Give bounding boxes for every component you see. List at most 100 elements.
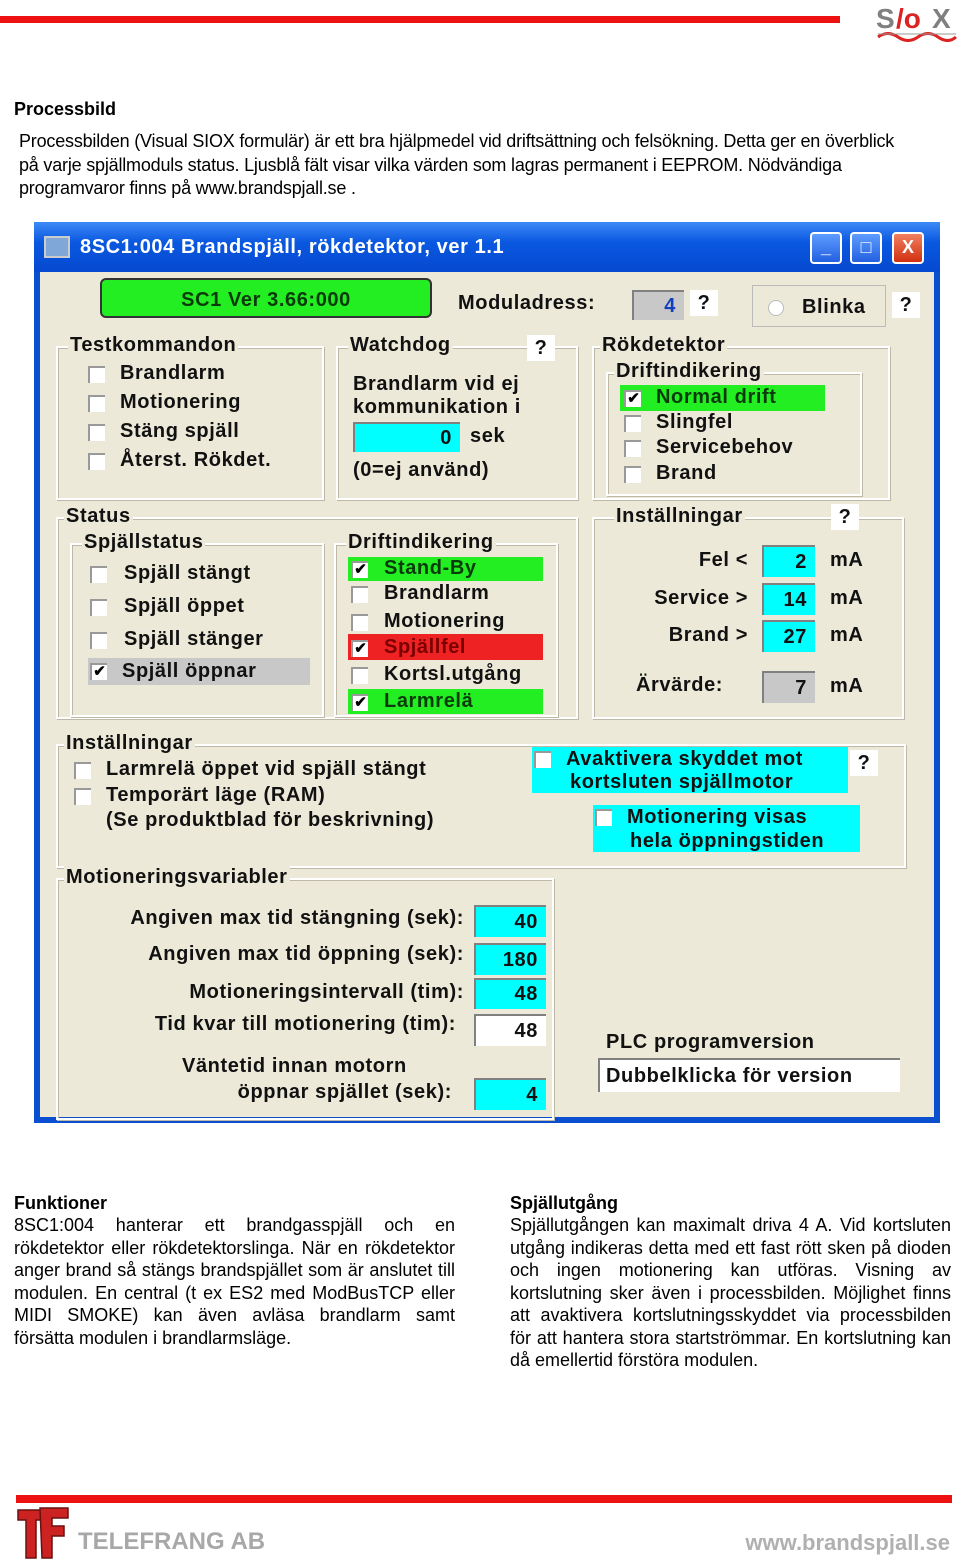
title-bar: 8SC1:004 Brandspjäll, rökdetektor, ver 1…	[34, 222, 940, 272]
max-tid-stangning-input[interactable]: 40	[474, 905, 546, 937]
rokdetektor-title: Rökdetektor	[600, 334, 728, 357]
window-title: 8SC1:004 Brandspjäll, rökdetektor, ver 1…	[80, 236, 505, 258]
motionering-test-label: Motionering	[120, 391, 242, 413]
svg-text:X: X	[932, 3, 951, 34]
avaktivera-help-button[interactable]: ?	[850, 750, 878, 776]
motionering-test-checkbox[interactable]	[88, 395, 105, 412]
motionering-title: Motioneringsvariabler	[64, 866, 290, 889]
motion-visas-checkbox[interactable]	[595, 809, 612, 826]
larmrela-oppet-checkbox[interactable]	[74, 762, 91, 779]
spjall-stangt-label: Spjäll stängt	[124, 562, 251, 584]
service-label: Service >	[654, 587, 748, 609]
aterst-rokdet-label: Återst. Rökdet.	[120, 449, 272, 471]
status-brandlarm-label: Brandlarm	[384, 582, 490, 604]
installningar-note: (Se produktblad för beskrivning)	[106, 809, 435, 831]
larmrela-label: Larmrelä	[384, 690, 474, 712]
footer-rule	[16, 1495, 952, 1503]
spjallfel-checkbox: ✔	[351, 640, 368, 657]
servicebehov-checkbox[interactable]	[624, 440, 641, 457]
tid-kvar-label: Tid kvar till motionering (tim):	[154, 1013, 456, 1035]
larmrela-checkbox: ✔	[351, 694, 368, 711]
kortsl-utgang-label: Kortsl.utgång	[384, 663, 522, 685]
blinka-help-button[interactable]: ?	[892, 292, 920, 318]
moduladress-help-button[interactable]: ?	[690, 290, 718, 316]
installningar-ma-help-button[interactable]: ?	[831, 504, 859, 530]
motion-visas-label-2: hela öppningstiden	[630, 830, 825, 852]
fel-input[interactable]: 2	[762, 545, 815, 577]
avaktivera-checkbox[interactable]	[534, 751, 551, 768]
brand-ma-label: Brand >	[668, 624, 748, 646]
spjall-oppnar-checkbox: ✔	[90, 663, 107, 680]
aterst-rokdet-checkbox[interactable]	[88, 453, 105, 470]
stand-by-label: Stand-By	[384, 557, 477, 579]
blinka-radio[interactable]	[768, 300, 784, 316]
larmrela-oppet-label: Larmrelä öppet vid spjäll stängt	[106, 758, 427, 780]
temporart-lage-checkbox[interactable]	[74, 788, 91, 805]
installningar-title: Inställningar	[64, 732, 195, 755]
moduladress-input[interactable]: 4	[632, 290, 684, 320]
slingfel-checkbox[interactable]	[624, 415, 641, 432]
watchdog-text-1: Brandlarm vid ej	[353, 373, 520, 395]
avaktivera-label-1: Avaktivera skyddet mot	[566, 748, 803, 770]
arvarde-label: Ärvärde:	[636, 674, 724, 696]
moduladress-label: Moduladress:	[458, 292, 596, 314]
brandlarm-test-checkbox[interactable]	[88, 366, 105, 383]
spjallstatus-title: Spjällstatus	[82, 531, 206, 554]
spjallutgang-text: Spjällutgången kan maximalt driva 4 A. V…	[510, 1215, 951, 1370]
stand-by-checkbox: ✔	[351, 561, 368, 578]
watchdog-help-button[interactable]: ?	[527, 335, 555, 361]
svg-text:/o: /o	[896, 3, 921, 34]
spjall-stanger-checkbox	[90, 632, 107, 649]
watchdog-text-2: kommunikation i	[353, 396, 521, 418]
spjall-stangt-checkbox	[90, 566, 107, 583]
status-drift-title: Driftindikering	[346, 531, 496, 554]
app-icon	[44, 236, 70, 258]
vantetid-input[interactable]: 4	[474, 1078, 546, 1110]
fel-unit: mA	[830, 549, 864, 571]
stang-spjall-checkbox[interactable]	[88, 424, 105, 441]
header-rule	[0, 16, 840, 23]
watchdog-unit: sek	[470, 425, 506, 447]
maximize-button[interactable]: □	[850, 232, 882, 264]
spjall-oppet-checkbox	[90, 599, 107, 616]
normal-drift-checkbox[interactable]: ✔	[624, 390, 641, 407]
svg-text:S: S	[876, 3, 895, 34]
brand-ma-input[interactable]: 27	[762, 620, 815, 652]
vantetid-label-1: Väntetid innan motorn	[182, 1055, 407, 1077]
kortsl-utgang-checkbox	[351, 667, 368, 684]
servicebehov-label: Servicebehov	[656, 436, 794, 458]
fel-label: Fel <	[698, 549, 748, 571]
service-input[interactable]: 14	[762, 583, 815, 615]
spjall-oppet-label: Spjäll öppet	[124, 595, 245, 617]
avaktivera-label-2: kortsluten spjällmotor	[570, 771, 794, 793]
minimize-button[interactable]: _	[810, 232, 842, 264]
intro-paragraph: Processbilden (Visual SIOX formulär) är …	[19, 131, 895, 198]
max-tid-oppning-input[interactable]: 180	[474, 943, 546, 975]
plc-label: PLC programversion	[606, 1031, 815, 1053]
siox-logo: S/o X	[876, 2, 958, 42]
brandlarm-test-label: Brandlarm	[120, 362, 226, 384]
footer-website[interactable]: www.brandspjall.se	[700, 1530, 950, 1556]
intro-heading: Processbild	[14, 99, 117, 119]
service-unit: mA	[830, 587, 864, 609]
close-button[interactable]: X	[892, 232, 924, 264]
brand-checkbox[interactable]	[624, 466, 641, 483]
funktioner-text: 8SC1:004 hanterar ett brandgasspjäll och…	[14, 1215, 455, 1348]
plc-version-field[interactable]: Dubbelklicka för version	[598, 1058, 900, 1092]
tid-kvar-value: 48	[474, 1014, 546, 1046]
spjall-oppnar-label: Spjäll öppnar	[122, 660, 257, 682]
funktioner-heading: Funktioner	[14, 1193, 107, 1213]
brand-ma-unit: mA	[830, 624, 864, 646]
max-tid-stangning-label: Angiven max tid stängning (sek):	[130, 907, 464, 929]
watchdog-note: (0=ej använd)	[353, 459, 490, 481]
arvarde-value: 7	[762, 671, 815, 703]
blinka-label: Blinka	[802, 296, 866, 318]
temporart-lage-label: Temporärt läge (RAM)	[106, 784, 326, 806]
watchdog-input[interactable]: 0	[353, 422, 460, 452]
motioneringsintervall-input[interactable]: 48	[474, 978, 546, 1009]
max-tid-oppning-label: Angiven max tid öppning (sek):	[148, 943, 464, 965]
slingfel-label: Slingfel	[656, 411, 734, 433]
telefrang-logo	[16, 1506, 70, 1560]
footer-company: TELEFRANG AB	[78, 1528, 266, 1555]
stang-spjall-label: Stäng spjäll	[120, 420, 240, 442]
